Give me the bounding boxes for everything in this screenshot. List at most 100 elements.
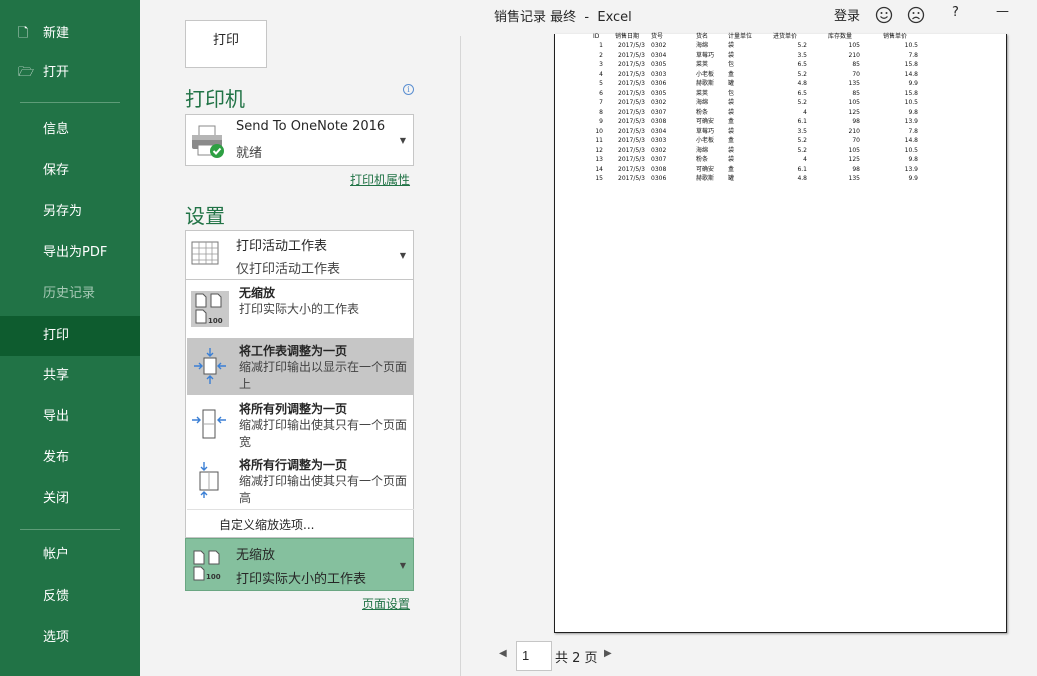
scaling-option[interactable]: 将所有列调整为一页 缩减打印输出使其只有一个页面宽 — [187, 396, 414, 453]
preview-cell: 0306 — [651, 175, 667, 182]
scaling-option[interactable]: 将工作表调整为一页 缩减打印输出以显示在一个页面上 — [187, 338, 414, 395]
worksheet-icon — [191, 241, 219, 265]
sidebar-item-feedback[interactable]: 反馈 — [0, 577, 140, 617]
preview-cell: 2017/5/3 — [618, 146, 645, 154]
next-page-icon[interactable]: ▶ — [604, 648, 612, 659]
preview-cell: 0307 — [651, 108, 667, 116]
scaling-option-description: 缩减打印输出使其只有一个页面高 — [239, 474, 408, 505]
preview-cell: 赫歌斯 — [696, 175, 715, 182]
sidebar-item-history[interactable]: 历史记录 — [0, 274, 140, 314]
scale-100-label: 100 — [206, 573, 221, 581]
preview-cell: 13 — [595, 156, 603, 163]
sidebar-item-export-pdf[interactable]: 导出为PDF — [0, 233, 140, 273]
scaling-option-title: 将所有行调整为一页 — [239, 458, 348, 472]
total-pages-label: 共 2 页 — [555, 651, 598, 666]
preview-cell: 6.5 — [797, 61, 807, 68]
help-button[interactable]: ? — [952, 5, 959, 20]
scaling-dropdown[interactable]: 100 无缩放 打印实际大小的工作表 ▼ — [185, 538, 414, 591]
print-scope-dropdown[interactable]: 打印活动工作表 仅打印活动工作表 ▼ — [185, 230, 414, 280]
preview-cell: 105 — [848, 99, 860, 106]
preview-cell: 2017/5/3 — [618, 165, 645, 173]
preview-cell: 210 — [848, 127, 860, 135]
sidebar-item-export[interactable]: 导出 — [0, 397, 140, 437]
page-setup-link[interactable]: 页面设置 — [362, 595, 410, 612]
preview-cell: 0302 — [651, 99, 667, 106]
sidebar-item-publish[interactable]: 发布 — [0, 438, 140, 478]
preview-cell: 1 — [599, 42, 603, 49]
preview-cell: 9.8 — [908, 108, 918, 116]
info-icon[interactable]: i — [403, 84, 414, 95]
sidebar-item-label: 导出 — [43, 409, 70, 424]
current-page-input[interactable]: 1 — [516, 641, 552, 671]
smile-feedback-icon[interactable] — [875, 6, 893, 24]
preview-cell: 5 — [599, 80, 603, 87]
no-scaling-icon: 100 — [190, 288, 230, 328]
preview-cell: 0305 — [651, 89, 667, 97]
preview-cell: 15.8 — [904, 61, 918, 68]
signin-button[interactable]: 登录 — [834, 5, 860, 24]
fit-sheet-icon — [190, 346, 230, 386]
preview-cell: 10.5 — [904, 99, 918, 106]
preview-cell: 0306 — [651, 80, 667, 87]
print-button-label: 打印 — [212, 33, 239, 48]
preview-cell: 袋 — [728, 146, 735, 154]
minimize-button[interactable]: — — [996, 4, 1009, 19]
preview-cell: 海绵 — [696, 42, 709, 49]
print-settings-panel: 打印 打印机 i Send To OneNote 2016 就绪 ▼ 打印机属性… — [140, 20, 460, 676]
preview-cell: 包 — [728, 61, 735, 68]
preview-page: ID 销售日期 货号 货名 计量单位 进货单价 库存数量 销售单价 1 2017/5/3 0302 海… — [554, 33, 1007, 633]
printer-properties-link[interactable]: 打印机属性 — [350, 171, 410, 188]
print-button[interactable]: 打印 — [185, 20, 267, 68]
preview-cell: 小老板 — [696, 70, 715, 78]
preview-cell: 粉条 — [696, 156, 709, 163]
sidebar-item-label: 新建 — [43, 26, 70, 41]
preview-cell: 3 — [599, 61, 603, 68]
sidebar-item-account[interactable]: 帐户 — [0, 535, 140, 575]
scaling-option-title: 将工作表调整为一页 — [239, 344, 348, 358]
sidebar-item-label: 选项 — [43, 630, 70, 645]
frown-feedback-icon[interactable] — [907, 6, 925, 24]
sidebar-item-new[interactable]: 🗋 新建 — [0, 14, 140, 54]
preview-cell: 85 — [852, 89, 860, 97]
preview-cell: 0304 — [651, 51, 667, 59]
sidebar-item-options[interactable]: 选项 — [0, 618, 140, 658]
sidebar-item-close[interactable]: 关闭 — [0, 479, 140, 519]
preview-cell: 7.8 — [908, 127, 918, 135]
preview-cell: 包 — [728, 89, 735, 97]
preview-cell: 2017/5/3 — [618, 51, 645, 59]
printer-dropdown[interactable]: Send To OneNote 2016 就绪 ▼ — [185, 114, 414, 166]
preview-cell: 货名 — [696, 33, 709, 40]
preview-cell: 进货单价 — [773, 33, 798, 40]
sidebar-item-label: 另存为 — [43, 204, 83, 219]
scaling-option-description: 缩减打印输出使其只有一个页面宽 — [239, 418, 408, 449]
preview-cell: 98 — [852, 118, 860, 125]
preview-cell: 70 — [852, 70, 860, 78]
preview-cell: 10.5 — [904, 42, 918, 49]
preview-cell: 罐 — [728, 80, 735, 87]
preview-cell: 0302 — [651, 146, 667, 154]
sidebar-item-info[interactable]: 信息 — [0, 110, 140, 150]
preview-cell: 125 — [848, 156, 860, 163]
sidebar-item-share[interactable]: 共享 — [0, 356, 140, 396]
sidebar-item-label: 帐户 — [43, 547, 70, 562]
current-scaling-sub: 打印实际大小的工作表 — [236, 572, 367, 587]
sidebar-item-save[interactable]: 保存 — [0, 151, 140, 191]
sidebar-item-label: 发布 — [43, 450, 70, 465]
sidebar-item-print[interactable]: 打印 — [0, 316, 140, 356]
folder-open-icon: 🗁 — [18, 65, 35, 80]
preview-cell: 9 — [599, 118, 603, 125]
sidebar-item-save-as[interactable]: 另存为 — [0, 192, 140, 232]
custom-scaling-option[interactable]: 自定义缩放选项... — [219, 516, 314, 533]
preview-cell: 6.1 — [797, 118, 807, 125]
printer-name: Send To OneNote 2016 — [236, 119, 386, 134]
preview-cell: 草莓巧 — [696, 51, 715, 59]
preview-cell: 7.8 — [908, 51, 918, 59]
scaling-option[interactable]: 将所有行调整为一页缩减打印输出使其只有一个页面高 — [187, 452, 414, 509]
preview-cell: 2017/5/3 — [618, 61, 645, 68]
scaling-option[interactable]: 100 无缩放 打印实际大小的工作表 — [187, 280, 414, 337]
preview-cell: 2 — [599, 51, 603, 59]
preview-cell: 5.2 — [797, 42, 807, 49]
prev-page-icon[interactable]: ◀ — [499, 648, 507, 659]
preview-cell: 2017/5/3 — [618, 80, 645, 87]
sidebar-item-open[interactable]: 🗁 打开 — [0, 53, 140, 93]
